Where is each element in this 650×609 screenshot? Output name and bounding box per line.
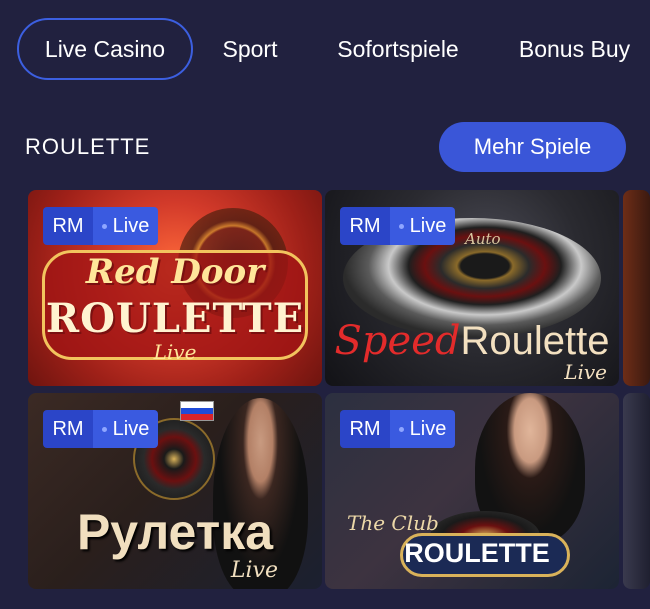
badge-live-label: Live xyxy=(409,417,447,440)
section-title: ROULETTE xyxy=(25,134,151,159)
game-card-peek[interactable] xyxy=(623,190,650,386)
game-title: Рулетка xyxy=(76,504,274,560)
badge: RM Live xyxy=(340,207,455,245)
game-title-line3: Live xyxy=(153,340,197,364)
game-card-red-door-roulette[interactable]: Red Door ROULETTE Live RM Live xyxy=(28,190,322,386)
game-title-roulette: ROULETTE xyxy=(404,538,550,568)
badge-live: Live xyxy=(93,410,158,448)
tab-sport[interactable]: Sport xyxy=(205,18,295,80)
game-card-peek[interactable] xyxy=(623,393,650,589)
badge: RM Live xyxy=(340,410,455,448)
russian-flag-icon xyxy=(180,401,214,421)
badge-live: Live xyxy=(390,207,455,245)
game-card-speed-roulette[interactable]: Auto SpeedRoulette Live RM Live xyxy=(325,190,619,386)
badge: RM Live xyxy=(43,207,158,245)
badge-rm: RM xyxy=(43,410,93,448)
badge-live-label: Live xyxy=(409,214,447,237)
game-title-sub: Live xyxy=(230,558,278,583)
live-dot-icon xyxy=(101,426,107,432)
game-card-russian-roulette[interactable]: Рулетка Live RM Live xyxy=(28,393,322,589)
tab-live-casino[interactable]: Live Casino xyxy=(17,18,193,80)
badge-live: Live xyxy=(93,207,158,245)
category-tabs: Live Casino Sport Sofortspiele Bonus Buy xyxy=(0,0,650,100)
game-title-line1: Red Door xyxy=(85,252,265,292)
game-title-roulette: Roulette xyxy=(460,319,610,363)
tab-sofortspiele[interactable]: Sofortspiele xyxy=(318,18,478,80)
game-title-speed: Speed xyxy=(334,318,461,364)
badge-rm: RM xyxy=(340,410,390,448)
tab-bonus-buy[interactable]: Bonus Buy xyxy=(502,18,647,80)
live-casino-page: Live Casino Sport Sofortspiele Bonus Buy… xyxy=(0,0,650,609)
game-title-line2: ROULETTE xyxy=(45,295,305,342)
badge-rm: RM xyxy=(43,207,93,245)
game-title-sub: Live xyxy=(564,360,607,384)
badge-live-label: Live xyxy=(112,417,150,440)
live-dot-icon xyxy=(398,426,404,432)
badge-live-label: Live xyxy=(112,214,150,237)
game-title-club: The Club xyxy=(347,511,439,535)
badge-rm: RM xyxy=(340,207,390,245)
game-card-the-club-roulette[interactable]: The Club ROULETTE RM Live xyxy=(325,393,619,589)
live-dot-icon xyxy=(398,223,404,229)
game-title-tag: Auto xyxy=(465,230,501,248)
badge: RM Live xyxy=(43,410,158,448)
more-games-button[interactable]: Mehr Spiele xyxy=(439,122,626,172)
game-title: SpeedRoulette xyxy=(325,318,619,364)
live-dot-icon xyxy=(101,223,107,229)
badge-live: Live xyxy=(390,410,455,448)
